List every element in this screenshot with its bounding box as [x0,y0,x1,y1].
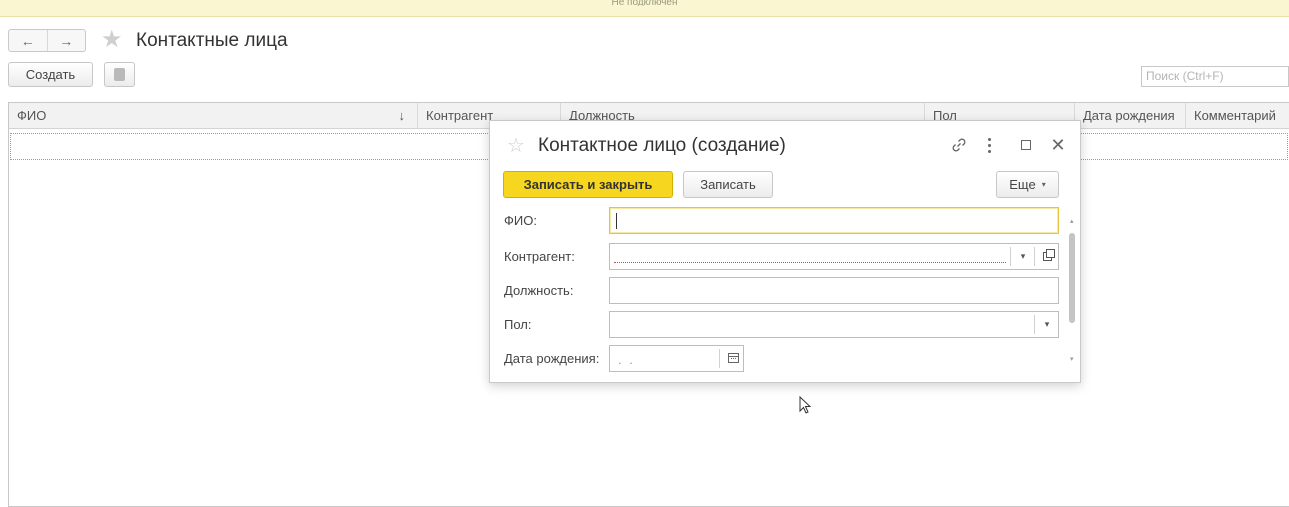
scroll-down-icon[interactable]: ▾ [1070,355,1074,363]
mouse-pointer-icon [799,396,812,414]
kontragent-label: Контрагент: [504,249,575,264]
save-and-close-button[interactable]: Записать и закрыть [503,171,673,198]
pol-dropdown-button[interactable]: ▾ [1035,312,1059,337]
close-icon[interactable]: ✕ [1048,133,1068,157]
forward-button[interactable]: → [46,30,86,51]
date-mask: . . [618,352,635,367]
search-input[interactable]: Поиск (Ctrl+F) [1141,66,1289,87]
pol-label: Пол: [504,317,532,332]
save-button[interactable]: Записать [683,171,773,198]
sort-down-icon: ↓ [398,108,406,123]
calendar-icon[interactable] [728,353,739,363]
text-cursor [616,213,617,229]
link-icon[interactable] [948,133,970,157]
dialog-scrollbar[interactable]: ▴ ▾ [1067,217,1077,363]
column-header-kommentariy[interactable]: Комментарий [1186,103,1289,128]
dolzhnost-label: Должность: [504,283,574,298]
favorite-star-icon[interactable]: ☆ [507,135,525,157]
print-button[interactable] [104,62,135,87]
navigation-group: ← → [8,29,86,52]
column-header-fio[interactable]: ФИО ↓ [9,103,418,128]
scroll-up-icon[interactable]: ▴ [1070,217,1074,225]
kontragent-dropdown-button[interactable]: ▾ [1011,244,1035,269]
required-underline [614,262,1006,263]
info-bar: Не подключен [0,0,1289,17]
dialog-title: Контактное лицо (создание) [538,135,786,156]
kontragent-field[interactable]: ▾ [609,243,1059,270]
data-rozhdeniya-input[interactable]: . . [609,345,744,372]
fio-input[interactable] [609,207,1059,234]
favorite-star-icon[interactable]: ★ [101,27,123,53]
open-icon[interactable] [1035,244,1059,269]
more-button[interactable]: Еще ▾ [996,171,1059,198]
page-title: Контактные лица [136,30,288,51]
column-header-label: ФИО [17,108,47,123]
info-bar-text: Не подключен [611,0,678,6]
create-button[interactable]: Создать [8,62,93,87]
maximize-icon[interactable] [1018,133,1034,157]
print-icon [114,68,125,81]
more-vertical-icon[interactable] [979,133,999,157]
back-button[interactable]: ← [9,30,47,51]
chevron-down-icon: ▾ [1041,180,1046,189]
scrollbar-thumb[interactable] [1069,233,1075,323]
dolzhnost-input[interactable] [609,277,1059,304]
data-rozhdeniya-label: Дата рождения: [504,351,600,366]
pol-select[interactable]: ▾ [609,311,1059,338]
more-button-label: Еще [1009,177,1036,192]
contact-dialog: ☆ Контактное лицо (создание) ✕ Записать … [489,120,1081,383]
column-header-data-rozhdeniya[interactable]: Дата рождения [1075,103,1186,128]
fio-label: ФИО: [504,213,537,228]
